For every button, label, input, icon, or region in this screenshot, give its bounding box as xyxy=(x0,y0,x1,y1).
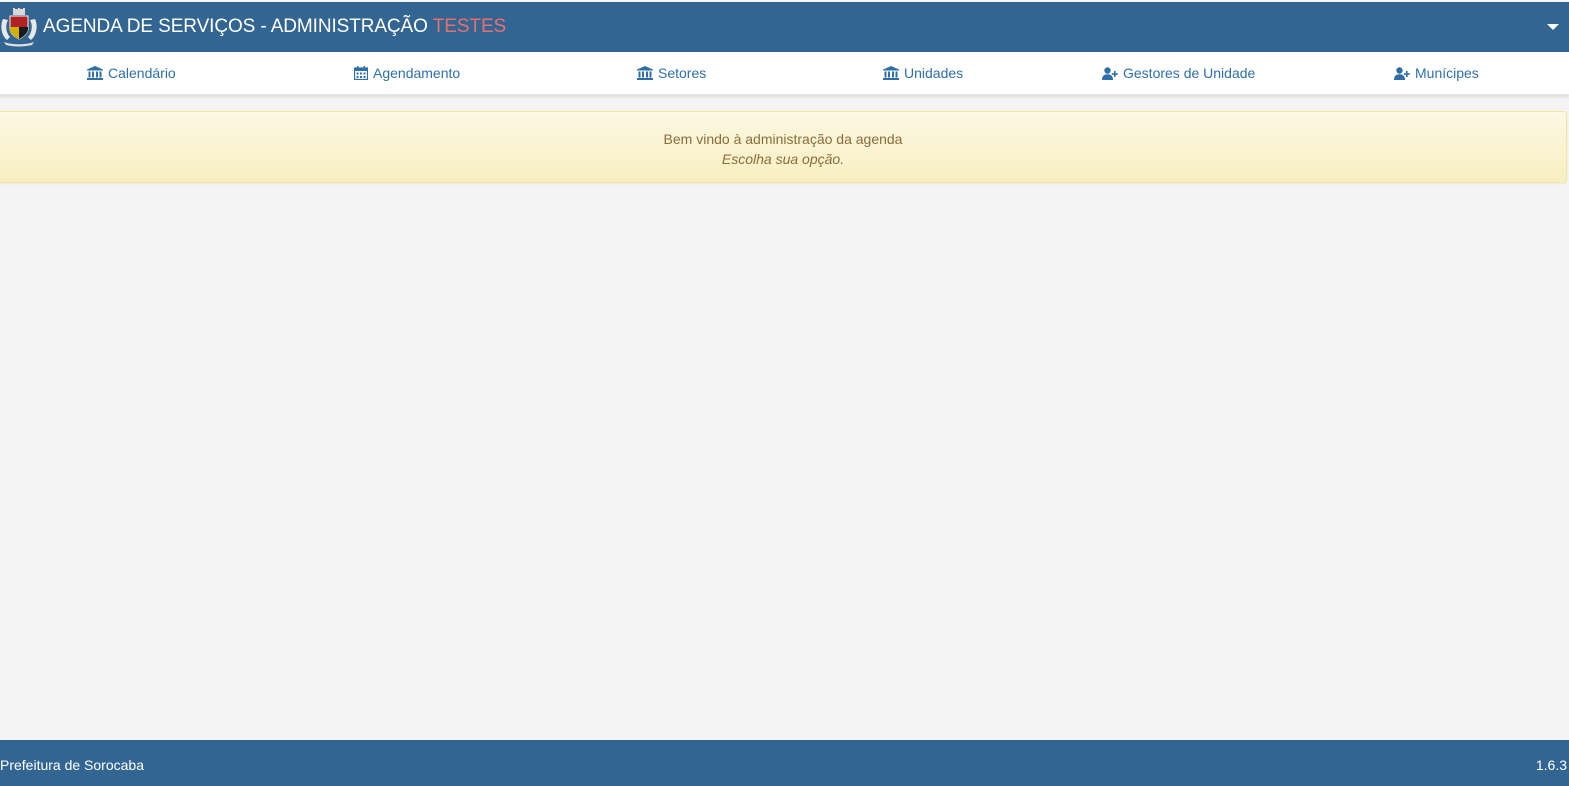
bank-icon xyxy=(637,66,653,80)
caret-down-icon[interactable] xyxy=(1547,24,1559,30)
nav-item-gestores-de-unidade[interactable]: Gestores de Unidade xyxy=(1102,52,1255,94)
footer-version: 1.6.3 xyxy=(1535,757,1567,773)
user-plus-icon xyxy=(1102,66,1118,80)
top-header: AGENDA DE SERVIÇOS - ADMINISTRAÇÃO TESTE… xyxy=(0,2,1569,52)
nav-item-municipes[interactable]: Munícipes xyxy=(1394,52,1479,94)
nav-label: Munícipes xyxy=(1415,65,1479,81)
welcome-alert: Bem vindo à administração da agenda Esco… xyxy=(0,111,1567,183)
nav-label: Calendário xyxy=(108,65,176,81)
bank-icon xyxy=(883,66,899,80)
footer-organization: Prefeitura de Sorocaba xyxy=(0,757,144,773)
coat-of-arms-logo xyxy=(1,8,37,47)
nav-item-calendario[interactable]: Calendário xyxy=(87,52,176,94)
app-title: AGENDA DE SERVIÇOS - ADMINISTRAÇÃO xyxy=(43,16,428,37)
nav-label: Agendamento xyxy=(373,65,461,81)
welcome-message: Bem vindo à administração da agenda xyxy=(663,131,903,147)
nav-item-agendamento[interactable]: Agendamento xyxy=(354,52,460,94)
page-footer: Prefeitura de Sorocaba 1.6.3 xyxy=(0,740,1569,786)
environment-label: TESTES xyxy=(432,16,507,37)
bank-icon xyxy=(87,66,103,80)
welcome-hint: Escolha sua opção. xyxy=(721,151,845,167)
nav-item-setores[interactable]: Setores xyxy=(637,52,706,94)
calendar-icon xyxy=(354,66,368,80)
nav-item-unidades[interactable]: Unidades xyxy=(883,52,963,94)
main-navigation: Calendário Agendamento Setores Unidades … xyxy=(0,52,1569,95)
nav-label: Unidades xyxy=(904,65,964,81)
user-plus-icon xyxy=(1394,66,1410,80)
nav-label: Setores xyxy=(658,65,707,81)
nav-label: Gestores de Unidade xyxy=(1123,65,1256,81)
